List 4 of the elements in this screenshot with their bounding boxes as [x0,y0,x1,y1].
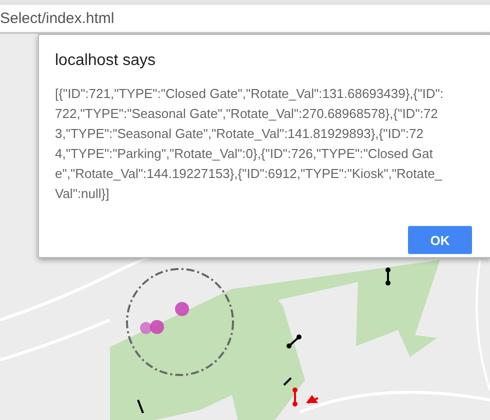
ok-button[interactable]: OK [408,226,472,254]
dialog-message: [{"ID":721,"TYPE":"Closed Gate","Rotate_Val":131.68693439},{"ID":722,"TYPE":"Seasonal Gate","Rotate_Val":270.68968578},{"ID":723,"TYPE":"Seasonal Gate","Rotate_Val":141.81929893},{"ID":724,"TYPE":"Parking","Rotate_Val":0},{"ID":726,"TYPE":"Closed Gate","Rotate_Val":144.19227153},{"ID":6912,"TYPE":"Kiosk","Rotate_Val":null}] [55,85,444,203]
dialog-title: localhost says [55,52,156,70]
url-text[interactable]: Select/index.html [0,5,114,27]
